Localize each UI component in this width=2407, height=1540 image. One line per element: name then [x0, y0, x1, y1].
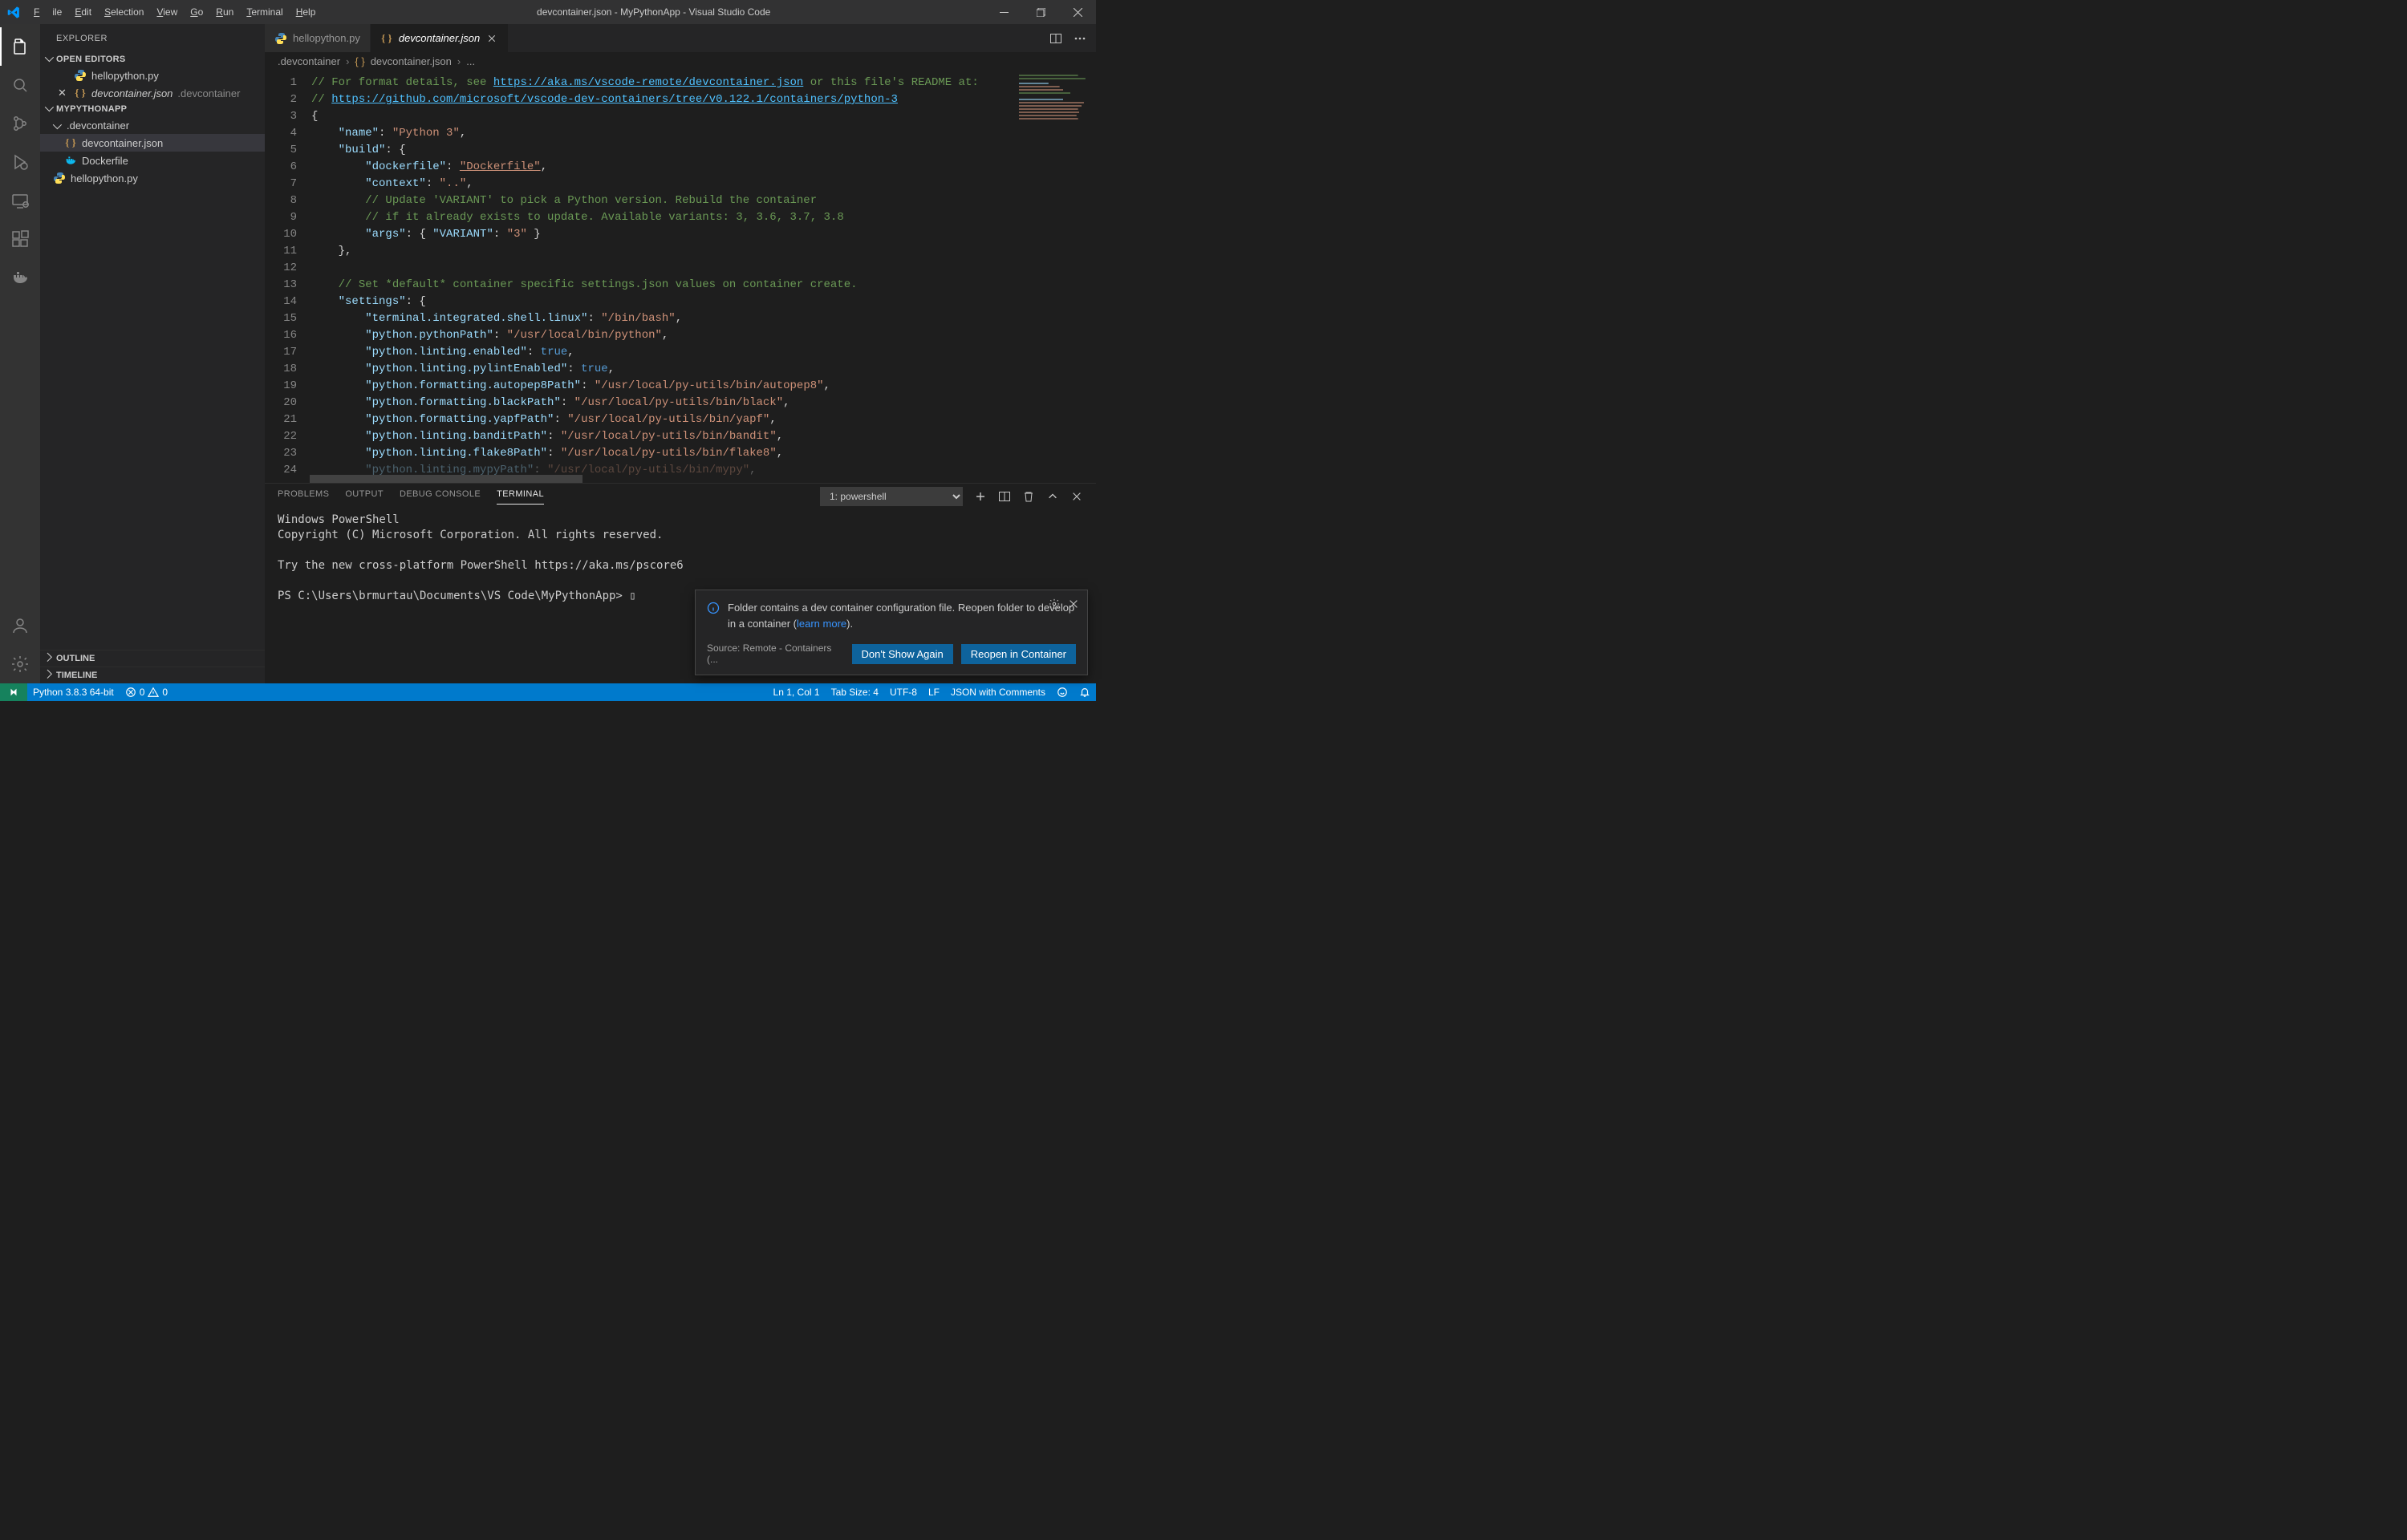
section-open-editors[interactable]: OPEN EDITORS: [40, 52, 265, 67]
notification-source: Source: Remote - Containers (...: [707, 642, 844, 665]
notification-toast: Folder contains a dev container configur…: [695, 590, 1088, 675]
file-icon: [274, 32, 287, 45]
open-editor-item[interactable]: ✕{ }devcontainer.json .devcontainer: [40, 84, 265, 102]
status-bell-icon[interactable]: [1074, 687, 1096, 698]
editor-tab[interactable]: hellopython.py: [265, 24, 371, 52]
menu-go[interactable]: Go: [184, 6, 209, 18]
status-lncol[interactable]: Ln 1, Col 1: [768, 687, 826, 698]
status-language[interactable]: JSON with Comments: [945, 687, 1051, 698]
file-icon: { }: [74, 87, 87, 99]
trash-icon[interactable]: [1022, 490, 1035, 503]
tree-file[interactable]: hellopython.py: [40, 169, 265, 187]
section-timeline[interactable]: TIMELINE: [40, 667, 265, 683]
sidebar: EXPLORER OPEN EDITORS hellopython.py ✕ { }…: [40, 24, 265, 683]
breadcrumb[interactable]: .devcontainer› { }devcontainer.json› ...: [265, 52, 1096, 70]
terminal-select[interactable]: 1: powershell: [820, 487, 963, 506]
dont-show-again-button[interactable]: Don't Show Again: [852, 644, 953, 664]
status-problems[interactable]: 0 0: [120, 687, 173, 698]
info-icon: [707, 602, 720, 631]
notification-message: Folder contains a dev container configur…: [728, 600, 1076, 631]
panel-tab-terminal[interactable]: TERMINAL: [497, 489, 544, 505]
code-editor[interactable]: 123456789101112131415161718192021222324 …: [265, 70, 1096, 483]
sidebar-title: EXPLORER: [40, 24, 265, 52]
remote-indicator[interactable]: [0, 683, 27, 701]
close-icon[interactable]: ✕: [58, 87, 69, 99]
tree-file[interactable]: { }devcontainer.json: [40, 134, 265, 152]
file-icon: [64, 154, 77, 167]
menu-run[interactable]: Run: [209, 6, 240, 18]
gear-icon[interactable]: [1049, 598, 1060, 612]
activity-settings[interactable]: [0, 645, 40, 683]
horizontal-scrollbar[interactable]: [310, 475, 582, 483]
chevron-up-icon[interactable]: [1046, 490, 1059, 503]
tree-file[interactable]: Dockerfile: [40, 152, 265, 169]
file-icon: { }: [64, 136, 77, 149]
menu-view[interactable]: View: [150, 6, 184, 18]
panel-tab-debug-console[interactable]: DEBUG CONSOLE: [400, 489, 481, 505]
menu-edit[interactable]: Edit: [68, 6, 98, 18]
activity-remote[interactable]: [0, 181, 40, 220]
panel-tab-output[interactable]: OUTPUT: [345, 489, 384, 505]
panel-tab-problems[interactable]: PROBLEMS: [278, 489, 329, 505]
activity-explorer[interactable]: [0, 27, 40, 66]
close-button[interactable]: [1059, 0, 1096, 24]
editor-tab[interactable]: { }devcontainer.json: [371, 24, 509, 52]
minimize-button[interactable]: [985, 0, 1022, 24]
menu-terminal[interactable]: Terminal: [240, 6, 289, 18]
status-python[interactable]: Python 3.8.3 64-bit: [27, 687, 120, 698]
activity-scm[interactable]: [0, 104, 40, 143]
more-icon[interactable]: [1074, 32, 1086, 45]
status-feedback-icon[interactable]: [1051, 687, 1074, 698]
file-icon: { }: [380, 32, 393, 45]
section-outline[interactable]: OUTLINE: [40, 650, 265, 667]
learn-more-link[interactable]: learn more: [797, 618, 846, 630]
editor-area: hellopython.py{ }devcontainer.json .devc…: [265, 24, 1096, 683]
activity-search[interactable]: [0, 66, 40, 104]
status-bar: Python 3.8.3 64-bit 0 0 Ln 1, Col 1 Tab …: [0, 683, 1096, 701]
split-terminal-icon[interactable]: [998, 490, 1011, 503]
section-project[interactable]: MYPYTHONAPP: [40, 102, 265, 116]
window-title: devcontainer.json - MyPythonApp - Visual…: [322, 6, 985, 18]
activity-docker[interactable]: [0, 258, 40, 297]
menu-bar: File Edit Selection View Go Run Terminal…: [27, 6, 322, 18]
menu-file[interactable]: File: [27, 6, 68, 18]
activity-account[interactable]: [0, 606, 40, 645]
close-icon[interactable]: [1068, 598, 1079, 612]
status-encoding[interactable]: UTF-8: [884, 687, 923, 698]
activity-bar: [0, 24, 40, 683]
split-editor-icon[interactable]: [1049, 32, 1062, 45]
menu-selection[interactable]: Selection: [98, 6, 150, 18]
activity-extensions[interactable]: [0, 220, 40, 258]
activity-run[interactable]: [0, 143, 40, 181]
editor-tabs: hellopython.py{ }devcontainer.json: [265, 24, 1096, 52]
title-bar: File Edit Selection View Go Run Terminal…: [0, 0, 1096, 24]
menu-help[interactable]: Help: [290, 6, 323, 18]
reopen-in-container-button[interactable]: Reopen in Container: [961, 644, 1076, 664]
close-panel-icon[interactable]: [1070, 490, 1083, 503]
tree-folder[interactable]: .devcontainer: [40, 116, 265, 134]
chevron-down-icon: [53, 120, 62, 132]
maximize-button[interactable]: [1022, 0, 1059, 24]
file-icon: [74, 69, 87, 82]
status-tabsize[interactable]: Tab Size: 4: [826, 687, 884, 698]
new-terminal-icon[interactable]: [974, 490, 987, 503]
open-editor-item[interactable]: hellopython.py: [40, 67, 265, 84]
vscode-logo-icon: [0, 6, 27, 19]
file-icon: [53, 172, 66, 184]
minimap[interactable]: [1016, 70, 1096, 483]
panel: PROBLEMS OUTPUT DEBUG CONSOLE TERMINAL 1: p…: [265, 483, 1096, 683]
status-eol[interactable]: LF: [923, 687, 945, 698]
close-icon[interactable]: [485, 32, 498, 45]
